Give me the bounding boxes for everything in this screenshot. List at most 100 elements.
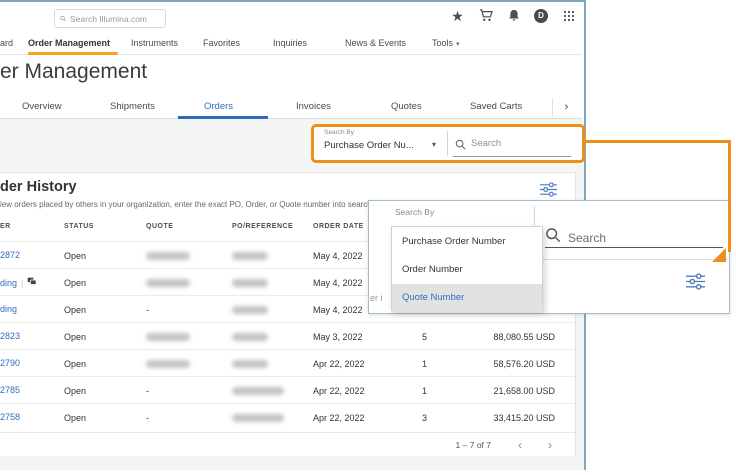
redacted-value — [146, 360, 190, 368]
dropdown-option-order-number[interactable]: Order Number — [392, 255, 542, 283]
order-date: Apr 22, 2022 — [313, 386, 365, 396]
tab-overview[interactable]: Overview — [22, 101, 62, 112]
order-date: May 4, 2022 — [313, 251, 363, 261]
filter-sliders-icon[interactable] — [683, 269, 707, 293]
order-date: Apr 22, 2022 — [313, 413, 365, 423]
redacted-value — [232, 279, 268, 287]
order-number-link[interactable]: 2790 — [0, 358, 20, 368]
column-header: PO/REFERENCE — [232, 223, 293, 230]
divider: | — [21, 278, 23, 288]
tab-saved-carts[interactable]: Saved Carts — [470, 101, 522, 112]
redacted-value — [146, 252, 190, 260]
tab-bar: › Overview Shipments Orders Invoices Quotes S… — [0, 94, 582, 119]
nav-item-tools[interactable]: Tools▾ — [432, 38, 460, 48]
order-number-link[interactable]: ding — [0, 304, 17, 314]
column-header: ER — [0, 223, 11, 230]
divider — [541, 259, 730, 260]
pagination-prev-button[interactable]: ‹ — [511, 436, 529, 454]
pagination-range: 1 – 7 of 7 — [456, 440, 491, 450]
quantity-cell: 1 — [405, 386, 427, 396]
redacted-value — [232, 414, 284, 422]
dropdown-option-quote-number[interactable]: Quote Number — [392, 284, 542, 312]
chevron-down-icon: ▾ — [456, 41, 460, 48]
nav-item-news-events[interactable]: News & Events — [345, 38, 406, 48]
user-avatar[interactable]: D — [534, 9, 548, 23]
top-bar: ★ D — [0, 4, 582, 32]
order-number-link[interactable]: 2823 — [0, 331, 20, 341]
table-row: 2785Open-Apr 22, 2022121,658.00 USD — [0, 376, 575, 403]
order-number-link[interactable]: 2758 — [0, 412, 20, 422]
po-reference-cell — [232, 386, 284, 397]
chevron-down-icon[interactable]: ▾ — [432, 140, 436, 149]
quantity-cell: 1 — [405, 359, 427, 369]
background-text-fragment: er i — [370, 293, 383, 303]
active-nav-underline — [28, 52, 118, 55]
search-input-underline — [545, 247, 723, 248]
tabs-overflow-button[interactable]: › — [552, 98, 580, 116]
search-by-dropdown-menu: Purchase Order NumberOrder NumberQuote N… — [391, 226, 543, 311]
column-header: STATUS — [64, 223, 94, 230]
order-number-link[interactable]: 2785 — [0, 385, 20, 395]
order-status: Open — [64, 251, 86, 261]
redacted-value — [232, 333, 268, 341]
redacted-value — [232, 306, 268, 314]
pagination-bar: 1 – 7 of 7 ‹ › — [0, 432, 575, 456]
page-title: er Management — [0, 60, 147, 84]
search-icon — [455, 137, 466, 155]
filter-sliders-icon[interactable] — [537, 178, 559, 200]
site-search-input[interactable] — [70, 14, 160, 24]
site-search-box[interactable] — [54, 9, 166, 28]
order-date: May 4, 2022 — [313, 278, 363, 288]
main-nav: ard Order Management Instruments Favorites I… — [0, 32, 582, 55]
quote-cell — [146, 359, 190, 370]
callout-arrowhead-icon — [711, 247, 727, 268]
order-status: Open — [64, 305, 86, 315]
search-by-dropdown[interactable]: Purchase Order Nu... — [324, 140, 414, 151]
quantity-cell: 5 — [405, 332, 427, 342]
po-reference-cell — [232, 332, 268, 343]
quantity-cell: 3 — [405, 413, 427, 423]
divider — [447, 131, 448, 156]
nav-item-instruments[interactable]: Instruments — [131, 38, 178, 48]
search-input[interactable]: Search — [471, 138, 501, 149]
order-status: Open — [64, 332, 86, 342]
cart-icon[interactable] — [478, 8, 493, 23]
order-number-link[interactable]: ding| — [0, 277, 37, 288]
quote-cell: - — [146, 413, 149, 423]
search-input[interactable]: Search — [568, 231, 606, 245]
topbar-icon-group: ★ D — [450, 8, 576, 23]
po-reference-cell — [232, 278, 268, 289]
redacted-value — [232, 252, 268, 260]
po-reference-cell — [232, 359, 268, 370]
tab-orders[interactable]: Orders — [204, 101, 233, 112]
app-grid-icon[interactable] — [561, 8, 576, 23]
order-total: 21,658.00 USD — [493, 386, 555, 396]
notifications-bell-icon[interactable] — [506, 8, 521, 23]
favorites-star-icon[interactable]: ★ — [450, 8, 465, 23]
order-date: May 4, 2022 — [313, 305, 363, 315]
pagination-next-button[interactable]: › — [541, 436, 559, 454]
divider — [534, 206, 535, 228]
tab-quotes[interactable]: Quotes — [391, 101, 422, 112]
quote-cell: - — [146, 386, 149, 396]
po-reference-cell — [232, 305, 268, 316]
nav-item-favorites[interactable]: Favorites — [203, 38, 240, 48]
callout-connector-vertical — [728, 140, 731, 252]
order-date: May 3, 2022 — [313, 332, 363, 342]
order-number-link[interactable]: 2872 — [0, 250, 20, 260]
tab-shipments[interactable]: Shipments — [110, 101, 155, 112]
nav-item-inquiries[interactable]: Inquiries — [273, 38, 307, 48]
table-row: 2823OpenMay 3, 2022588,080.55 USD — [0, 322, 575, 349]
column-header: QUOTE — [146, 223, 173, 230]
order-total: 33,415.20 USD — [493, 413, 555, 423]
redacted-value — [146, 279, 190, 287]
order-status: Open — [64, 359, 86, 369]
nav-item-order-management[interactable]: Order Management — [28, 38, 110, 48]
notes-icon — [27, 277, 37, 288]
quote-cell — [146, 251, 190, 262]
order-history-title: der History — [0, 179, 77, 195]
dropdown-option-purchase-order-number[interactable]: Purchase Order Number — [392, 227, 542, 255]
nav-item-ard[interactable]: ard — [0, 38, 13, 48]
tab-invoices[interactable]: Invoices — [296, 101, 331, 112]
column-header: ORDER DATE — [313, 223, 364, 230]
